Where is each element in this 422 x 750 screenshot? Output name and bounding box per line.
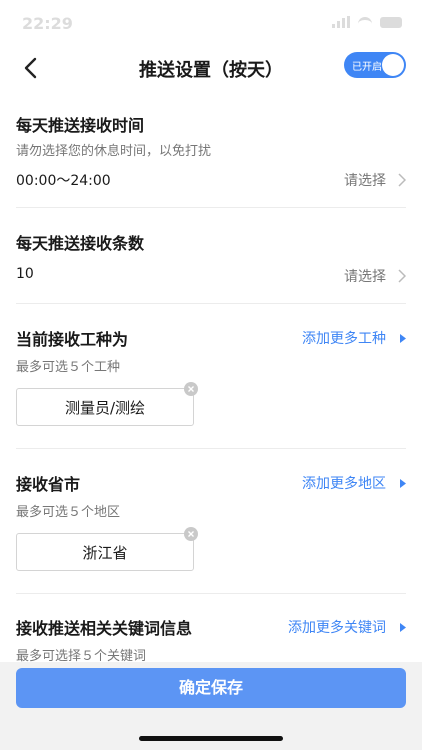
nav-bar: 推送设置（按天） 已开启	[0, 46, 422, 90]
section-subtitle: 请勿选择您的休息时间，以免打扰	[16, 144, 212, 159]
chevron-right-icon	[398, 269, 406, 283]
section-region: 接收省市 添加更多地区 最多可选５个地区 浙江省	[16, 471, 406, 576]
divider	[16, 593, 406, 594]
section-title: 每天推送接收时间	[16, 116, 145, 135]
signal-icon	[332, 16, 350, 28]
close-icon	[188, 531, 194, 537]
receive-time-value: 00:00～24:00	[16, 173, 111, 189]
receive-count-select[interactable]: 请选择	[344, 266, 406, 286]
chevron-right-icon	[398, 173, 406, 187]
wifi-icon	[358, 17, 372, 27]
add-keyword-button[interactable]: 添加更多关键词	[288, 617, 406, 637]
receive-count-value: 10	[16, 266, 34, 282]
add-worktype-button[interactable]: 添加更多工种	[302, 328, 406, 348]
triangle-right-icon	[400, 333, 406, 343]
battery-icon	[380, 16, 402, 28]
add-label: 添加更多地区	[302, 476, 386, 492]
select-label: 请选择	[344, 269, 386, 285]
section-receive-time: 每天推送接收时间 请勿选择您的休息时间，以免打扰 00:00～24:00 请选择	[16, 112, 406, 192]
triangle-right-icon	[400, 478, 406, 488]
home-indicator	[139, 736, 283, 741]
settings-list: 每天推送接收时间 请勿选择您的休息时间，以免打扰 00:00～24:00 请选择…	[0, 90, 422, 662]
divider	[16, 303, 406, 304]
toggle-label: 已开启	[352, 62, 382, 73]
remove-tag-button[interactable]	[184, 382, 198, 396]
divider	[16, 207, 406, 208]
remove-tag-button[interactable]	[184, 527, 198, 541]
add-label: 添加更多关键词	[288, 620, 386, 636]
select-label: 请选择	[344, 173, 386, 189]
push-enabled-toggle[interactable]: 已开启	[344, 52, 406, 78]
status-icons	[332, 16, 402, 28]
section-keywords: 接收推送相关关键词信息 添加更多关键词 最多可选择５个关键词	[16, 615, 406, 662]
section-subtitle: 最多可选择５个关键词	[16, 649, 147, 662]
receive-time-select[interactable]: 请选择	[344, 170, 406, 190]
region-tag[interactable]: 浙江省	[16, 533, 194, 571]
section-title: 每天推送接收条数	[16, 234, 145, 253]
status-time: 22:29	[22, 14, 73, 33]
section-subtitle: 最多可选５个地区	[16, 505, 121, 520]
section-receive-count: 每天推送接收条数 10 请选择	[16, 230, 406, 290]
section-title: 接收省市	[16, 475, 81, 494]
section-worktype: 当前接收工种为 添加更多工种 最多可选５个工种 测量员/测绘	[16, 326, 406, 431]
add-label: 添加更多工种	[302, 331, 386, 347]
triangle-right-icon	[400, 622, 406, 632]
section-title: 接收推送相关关键词信息	[16, 619, 193, 638]
toggle-knob	[382, 54, 404, 76]
save-button[interactable]: 确定保存	[16, 668, 406, 708]
close-icon	[188, 386, 194, 392]
footer: 确定保存	[0, 662, 422, 750]
divider	[16, 448, 406, 449]
section-subtitle: 最多可选５个工种	[16, 360, 121, 375]
add-region-button[interactable]: 添加更多地区	[302, 473, 406, 493]
status-bar: 22:29	[0, 0, 422, 46]
worktype-tag[interactable]: 测量员/测绘	[16, 388, 194, 426]
section-title: 当前接收工种为	[16, 330, 129, 349]
